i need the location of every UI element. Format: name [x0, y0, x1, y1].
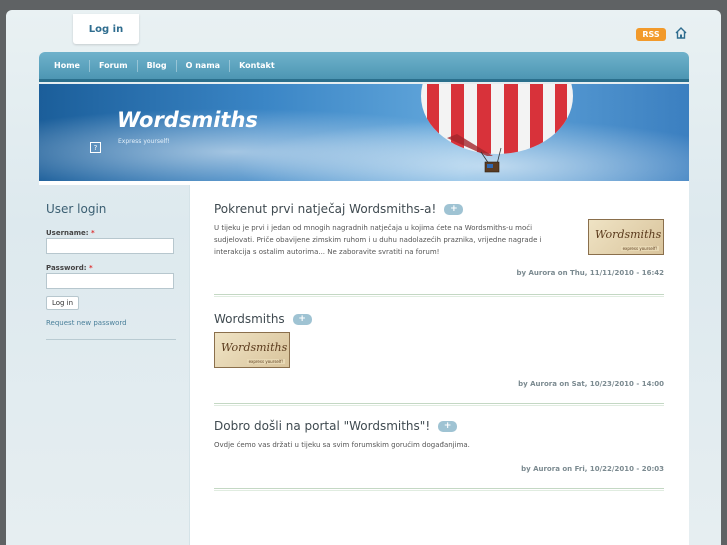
nav-home[interactable]: Home: [45, 59, 90, 72]
logo-tagline: express yourself!: [620, 246, 659, 251]
request-password-link[interactable]: Request new password: [46, 319, 127, 327]
question-icon: ?: [90, 142, 101, 153]
nav-forum[interactable]: Forum: [90, 59, 138, 72]
header-banner: Wordsmiths Express yourself! ?: [39, 84, 689, 181]
nav-o-nama[interactable]: O nama: [177, 59, 231, 72]
node-article: Pokrenut prvi natječaj Wordsmiths-a! + U…: [214, 202, 664, 277]
site-name[interactable]: Wordsmiths: [117, 108, 258, 132]
required-mark: *: [88, 264, 93, 272]
node-article: Dobro došli na portal "Wordsmiths"! + Ov…: [214, 419, 664, 473]
node-title-row: Pokrenut prvi natječaj Wordsmiths-a! +: [214, 202, 664, 216]
password-label: Password: *: [46, 264, 93, 272]
logo-text: Wordsmiths: [221, 341, 288, 354]
node-content: U tijeku je prvi i jedan od mnogih nagra…: [214, 216, 664, 258]
username-field[interactable]: [46, 238, 174, 254]
site-slogan: Express yourself!: [118, 138, 170, 145]
username-label: Username: *: [46, 229, 95, 237]
logo-tagline: express yourself!: [246, 359, 285, 364]
node-title[interactable]: Wordsmiths: [214, 312, 285, 326]
sidebar: User login Username: * Password: * Log i…: [39, 185, 189, 545]
comment-icon[interactable]: +: [292, 313, 312, 325]
node-article: Wordsmiths + Wordsmiths express yourself…: [214, 312, 664, 388]
main-content: Pokrenut prvi natječaj Wordsmiths-a! + U…: [189, 185, 689, 545]
node-meta: by Aurora on Fri, 10/22/2010 - 20:03: [521, 465, 664, 473]
node-title-row: Dobro došli na portal "Wordsmiths"! +: [214, 419, 664, 433]
node-divider: [214, 294, 664, 297]
comment-icon[interactable]: +: [444, 203, 464, 215]
comment-icon[interactable]: +: [438, 420, 458, 432]
node-divider: [214, 403, 664, 406]
user-login-title: User login: [46, 202, 107, 216]
hot-air-balloon-image: [421, 84, 573, 173]
logo-text: Wordsmiths: [595, 228, 662, 241]
login-button[interactable]: Log in: [46, 296, 79, 310]
node-title[interactable]: Dobro došli na portal "Wordsmiths"!: [214, 419, 430, 433]
node-body: Ovdje ćemo vas držati u tijeku sa svim f…: [214, 441, 470, 449]
nav-blog[interactable]: Blog: [138, 59, 177, 72]
required-mark: *: [91, 229, 95, 237]
username-label-text: Username:: [46, 229, 89, 237]
password-label-text: Password:: [46, 264, 87, 272]
wordsmiths-logo-image[interactable]: Wordsmiths express yourself!: [214, 332, 290, 368]
home-icon[interactable]: [674, 26, 688, 40]
node-divider: [214, 488, 664, 491]
nav-kontakt[interactable]: Kontakt: [230, 60, 284, 72]
node-body: U tijeku je prvi i jedan od mnogih nagra…: [214, 224, 542, 256]
node-meta: by Aurora on Sat, 10/23/2010 - 14:00: [518, 380, 664, 388]
main-nav: Home Forum Blog O nama Kontakt: [39, 52, 689, 82]
wordsmiths-logo-image[interactable]: Wordsmiths express yourself!: [588, 219, 664, 255]
page: Log in RSS Home Forum Blog O nama Kontak…: [6, 10, 721, 545]
password-field[interactable]: [46, 273, 174, 289]
rss-button[interactable]: RSS: [636, 28, 666, 41]
node-meta: by Aurora on Thu, 11/11/2010 - 16:42: [516, 269, 665, 277]
node-title[interactable]: Pokrenut prvi natječaj Wordsmiths-a!: [214, 202, 436, 216]
top-bar: Log in RSS: [6, 10, 721, 50]
login-tab[interactable]: Log in: [73, 14, 139, 44]
sidebar-divider: [46, 339, 176, 340]
node-title-row: Wordsmiths +: [214, 312, 664, 326]
